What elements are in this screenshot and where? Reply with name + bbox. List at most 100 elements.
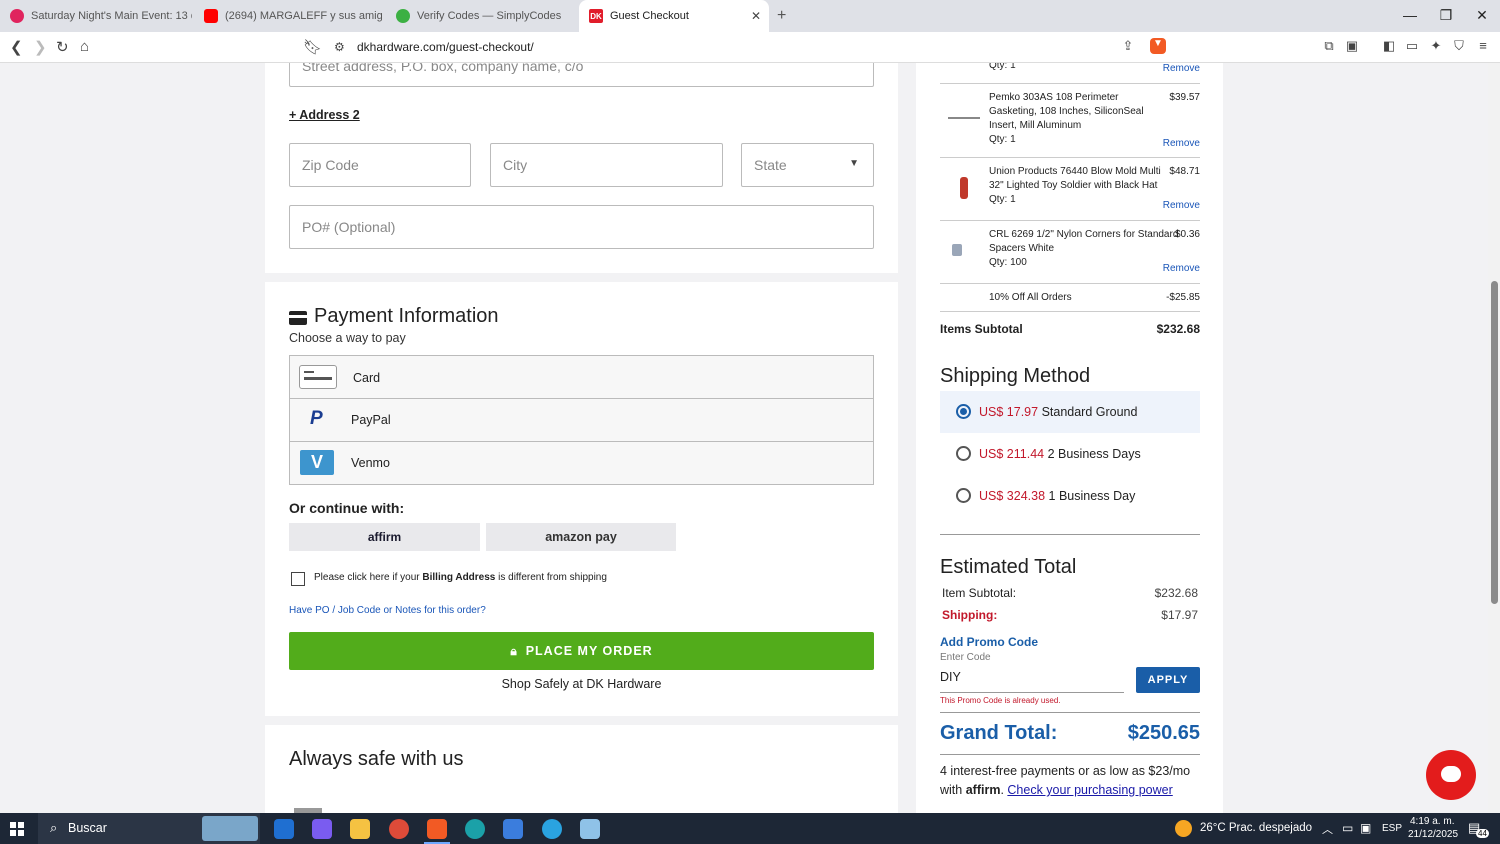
- forward-icon[interactable]: ❯: [34, 38, 47, 56]
- divider: [940, 283, 1200, 284]
- cart-item-qty: Qty: 1: [989, 194, 1016, 205]
- edge-icon[interactable]: [465, 819, 485, 839]
- tab-guest-checkout[interactable]: DK Guest Checkout ✕: [579, 0, 769, 32]
- street-placeholder: Street address, P.O. box, company name, …: [302, 63, 584, 74]
- home-icon[interactable]: ⌂: [80, 38, 89, 55]
- new-tab-icon[interactable]: +: [777, 7, 786, 25]
- discount-label: 10% Off All Orders: [989, 292, 1072, 303]
- close-tab-icon[interactable]: ✕: [751, 9, 761, 23]
- shipping-option-2day[interactable]: US$ 211.44 2 Business Days: [979, 447, 1141, 461]
- apply-label: APPLY: [1147, 674, 1189, 686]
- telegram-icon[interactable]: [542, 819, 562, 839]
- reload-icon[interactable]: ↻: [56, 38, 69, 56]
- billing-checkbox[interactable]: [291, 572, 305, 586]
- cart-item-qty: Qty: 1: [989, 63, 1016, 71]
- store-icon[interactable]: [503, 819, 523, 839]
- wallet-icon[interactable]: ▭: [1404, 38, 1420, 54]
- tab-youtube[interactable]: (2694) MARGALEFF y sus amigos TER: [194, 0, 382, 32]
- browser-toolbar: ❮ ❯ ↻ ⌂ 🔖︎ ⚙︎ dkhardware.com/guest-check…: [0, 32, 1500, 63]
- paypal-icon: P: [310, 408, 323, 429]
- back-icon[interactable]: ❮: [10, 38, 23, 56]
- tab-favicon-icon: [10, 9, 24, 23]
- clock-time[interactable]: 4:19 a. m.: [1410, 816, 1454, 827]
- leo-ai-icon[interactable]: ✦: [1428, 38, 1444, 54]
- add-promo-code-link[interactable]: Add Promo Code: [940, 635, 1038, 649]
- divider: [940, 754, 1200, 755]
- billing-label[interactable]: Please click here if your Billing Addres…: [314, 572, 607, 583]
- chat-button[interactable]: [1426, 750, 1476, 800]
- shipping-radio-1day[interactable]: [956, 488, 971, 503]
- sidebar-icon[interactable]: ◧: [1381, 38, 1397, 54]
- street-address-input[interactable]: Street address, P.O. box, company name, …: [289, 63, 874, 87]
- extensions-icon[interactable]: ⧉: [1321, 38, 1337, 54]
- chrome-icon[interactable]: [389, 819, 409, 839]
- promo-code-input[interactable]: DIY: [940, 665, 1124, 693]
- brave-shield-icon[interactable]: ▼: [1150, 38, 1166, 54]
- outlook-icon[interactable]: [274, 819, 294, 839]
- payment-option-card[interactable]: Card: [289, 355, 874, 399]
- site-info-icon[interactable]: ⚙︎: [334, 40, 345, 54]
- vpn-icon[interactable]: ⛉: [1451, 38, 1467, 54]
- city-input[interactable]: City: [490, 143, 723, 187]
- tray-chevron-icon[interactable]: ︿: [1322, 821, 1333, 837]
- remove-link[interactable]: Remove: [1163, 199, 1200, 213]
- scrollbar-thumb[interactable]: [1491, 281, 1498, 604]
- always-safe-title: Always safe with us: [289, 748, 464, 770]
- tab-title: Guest Checkout: [610, 10, 689, 22]
- divider: [940, 83, 1200, 84]
- po-notes-link[interactable]: Have PO / Job Code or Notes for this ord…: [289, 605, 486, 616]
- search-label: Buscar: [68, 821, 107, 835]
- bookmark-icon[interactable]: 🔖︎: [303, 38, 322, 56]
- promo-field-label: Enter Code: [940, 652, 991, 663]
- screenshot-icon[interactable]: ▣: [1344, 38, 1360, 54]
- add-address2-link[interactable]: + Address 2: [289, 108, 360, 122]
- shop-safely-text: Shop Safely at DK Hardware: [501, 677, 662, 691]
- product-price: $0.36: [1174, 229, 1200, 240]
- language-indicator[interactable]: ESP: [1382, 823, 1402, 834]
- place-order-button[interactable]: 🔒︎ PLACE MY ORDER: [289, 632, 874, 670]
- taskbar-search[interactable]: ⌕ Buscar: [38, 813, 260, 844]
- items-subtotal-row: Items Subtotal $232.68: [940, 322, 1200, 340]
- windows-start-icon[interactable]: [10, 822, 24, 836]
- product-name: Pemko 303AS 108 Perimeter Gasketing, 108…: [989, 92, 1144, 131]
- state-select[interactable]: State ▼: [741, 143, 874, 187]
- tab-saturday-night[interactable]: Saturday Night's Main Event: 13 de di: [0, 0, 192, 32]
- payment-option-venmo[interactable]: V Venmo: [289, 442, 874, 485]
- product-image: [948, 105, 980, 119]
- page-scrollbar[interactable]: [1488, 63, 1500, 813]
- weather-text[interactable]: 26°C Prac. despejado: [1200, 822, 1312, 834]
- apply-button[interactable]: APPLY: [1136, 667, 1200, 693]
- display-icon[interactable]: ▣: [1360, 821, 1371, 835]
- menu-icon[interactable]: ≡: [1475, 38, 1491, 54]
- copilot-icon[interactable]: [312, 819, 332, 839]
- continue-with-label: Or continue with:: [289, 500, 405, 516]
- close-window-icon[interactable]: ✕: [1472, 7, 1492, 24]
- share-icon[interactable]: ⇪: [1120, 38, 1136, 54]
- snipping-tool-icon[interactable]: [580, 819, 600, 839]
- brave-icon[interactable]: [427, 819, 447, 839]
- zip-code-input[interactable]: Zip Code: [289, 143, 471, 187]
- remove-link[interactable]: Remove: [1163, 137, 1200, 151]
- minimize-icon[interactable]: —: [1400, 7, 1420, 23]
- shipping-radio-standard[interactable]: [956, 404, 971, 419]
- payment-option-paypal[interactable]: P PayPal: [289, 399, 874, 442]
- remove-link[interactable]: Remove: [1163, 262, 1200, 276]
- file-explorer-icon[interactable]: [350, 819, 370, 839]
- shipping-option-1day[interactable]: US$ 324.38 1 Business Day: [979, 489, 1135, 503]
- items-subtotal-label: Items Subtotal: [940, 322, 1023, 336]
- shipping-radio-2day[interactable]: [956, 446, 971, 461]
- affirm-button[interactable]: affirm: [289, 523, 480, 551]
- affirm-prequal-link[interactable]: Check your purchasing power: [1007, 783, 1172, 797]
- clock-date[interactable]: 21/12/2025: [1408, 829, 1458, 840]
- po-number-input[interactable]: PO# (Optional): [289, 205, 874, 249]
- shipping-price: US$ 17.97: [979, 405, 1039, 419]
- cart-item-qty: Qty: 1: [989, 134, 1016, 145]
- remove-link[interactable]: Remove: [1163, 63, 1200, 76]
- amazon-pay-button[interactable]: amazon pay: [486, 523, 676, 551]
- shipping-option-standard[interactable]: US$ 17.97 Standard Ground: [979, 405, 1137, 419]
- network-icon[interactable]: ▭: [1342, 821, 1353, 835]
- payment-title: Payment Information: [314, 305, 499, 327]
- tab-simplycodes[interactable]: Verify Codes — SimplyCodes: [386, 0, 576, 32]
- restore-icon[interactable]: ❐: [1436, 7, 1456, 24]
- url-field[interactable]: dkhardware.com/guest-checkout/: [357, 40, 534, 54]
